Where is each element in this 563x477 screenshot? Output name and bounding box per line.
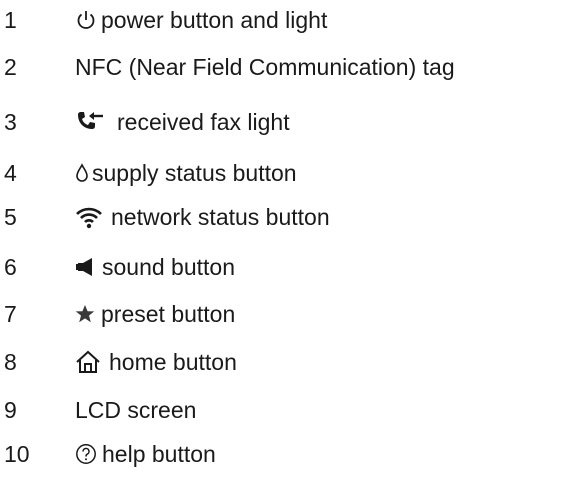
legend-item: 8 home button [0, 342, 563, 382]
help-icon [75, 443, 97, 465]
item-number: 6 [4, 254, 17, 280]
wifi-icon [75, 205, 103, 229]
item-number: 9 [4, 397, 17, 423]
item-label: help button [102, 440, 216, 467]
control-panel-legend: 1 power button and light 2 NFC (Near Fie… [0, 0, 563, 477]
star-icon [75, 304, 95, 324]
item-label: preset button [101, 300, 236, 327]
home-icon [75, 350, 101, 374]
item-number: 1 [4, 7, 17, 33]
legend-item: 5 network status button [0, 197, 563, 237]
item-number: 5 [4, 204, 17, 230]
item-number: 2 [4, 54, 17, 80]
legend-item: 7 preset button [0, 294, 563, 334]
speaker-icon [75, 257, 97, 277]
item-number: 4 [4, 160, 17, 186]
legend-item: 6 sound button [0, 247, 563, 287]
item-number: 3 [4, 109, 17, 135]
item-number: 8 [4, 349, 17, 375]
item-label: NFC (Near Field Communication) tag [75, 53, 455, 80]
item-label: LCD screen [75, 396, 197, 423]
item-label: sound button [102, 253, 236, 280]
power-icon [75, 9, 97, 31]
legend-item: 10 help button [0, 434, 563, 474]
item-label: network status button [111, 203, 330, 230]
legend-item: 3 received fax light [0, 102, 563, 142]
received-fax-icon [75, 111, 105, 133]
legend-item: 1 power button and light [0, 0, 563, 40]
item-label: received fax light [117, 108, 290, 135]
item-label: supply status button [92, 159, 297, 186]
legend-item: 4 supply status button [0, 153, 563, 193]
item-number: 10 [4, 441, 30, 467]
legend-item: 9 LCD screen [0, 390, 563, 430]
ink-drop-icon [75, 163, 89, 183]
item-label: power button and light [101, 6, 328, 33]
legend-item: 2 NFC (Near Field Communication) tag [0, 47, 563, 87]
item-label: home button [109, 348, 237, 375]
item-number: 7 [4, 301, 17, 327]
